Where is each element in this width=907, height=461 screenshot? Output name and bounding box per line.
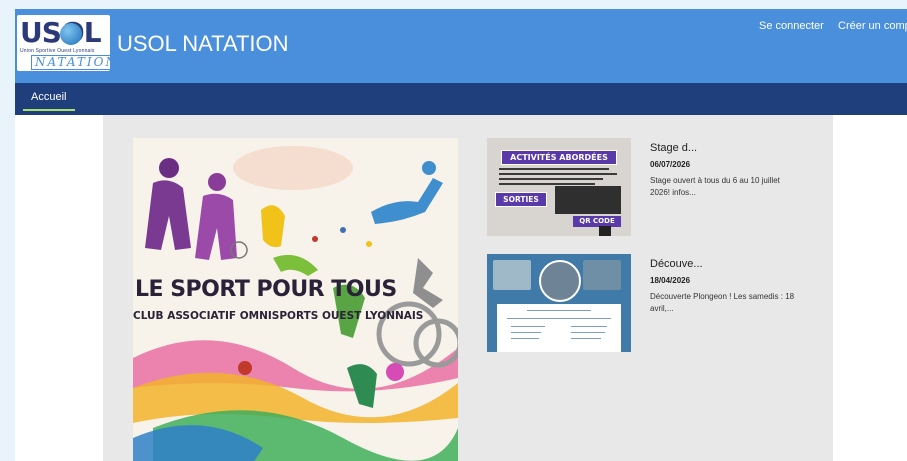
thumb-heading: ACTIVITÉS ABORDÉES <box>501 150 617 165</box>
thumb-photo <box>493 260 531 290</box>
thumb-photo <box>539 260 581 302</box>
thumb-sorties: SORTIES <box>495 192 547 207</box>
thumb-photo <box>583 260 621 290</box>
header-bar: USOL Union Sportive Ouest Lyonnais NATAT… <box>15 9 907 83</box>
main-nav: Accueil <box>15 83 907 115</box>
nav-item-label: Accueil <box>31 91 67 103</box>
hero-subtitle: CLUB ASSOCIATIF OMNISPORTS OUEST LYONNAI… <box>133 310 424 322</box>
qr-code-icon <box>599 226 611 236</box>
news-date: 18/04/2026 <box>650 276 691 285</box>
nav-item-accueil[interactable]: Accueil <box>23 83 75 115</box>
news-thumbnail: ACTIVITÉS ABORDÉES SORTIES QR CODE <box>487 138 631 236</box>
thumb-text-lines <box>499 168 619 188</box>
active-nav-indicator <box>23 109 75 111</box>
site-logo[interactable]: USOL Union Sportive Ouest Lyonnais NATAT… <box>17 15 110 71</box>
register-link[interactable]: Créer un compte <box>838 20 907 32</box>
news-card[interactable]: Découve... 18/04/2026 Découverte Plongeo… <box>487 254 827 352</box>
news-excerpt: Découverte Plongeon ! Les samedis : 18 a… <box>650 292 795 313</box>
thumb-qr-label: QR CODE <box>573 216 621 227</box>
logo-natation: NATATION <box>31 55 110 70</box>
page: USOL Union Sportive Ouest Lyonnais NATAT… <box>15 9 907 461</box>
news-title[interactable]: Stage d... <box>650 142 697 154</box>
news-date: 06/07/2026 <box>650 160 691 169</box>
news-thumbnail <box>487 254 631 352</box>
hero-title: LE SPORT POUR TOUS <box>135 277 397 302</box>
logo-subtitle: Union Sportive Ouest Lyonnais <box>20 48 95 54</box>
main-content: LE SPORT POUR TOUS CLUB ASSOCIATIF OMNIS… <box>103 115 833 461</box>
site-title[interactable]: USOL NATATION <box>117 31 289 57</box>
news-excerpt: Stage ouvert à tous du 6 au 10 juillet 2… <box>650 176 780 197</box>
hero-banner[interactable]: LE SPORT POUR TOUS CLUB ASSOCIATIF OMNIS… <box>133 138 458 461</box>
thumb-document <box>497 304 621 352</box>
news-title[interactable]: Découve... <box>650 258 703 270</box>
thumb-info-box <box>555 186 621 214</box>
globe-icon <box>60 23 82 45</box>
news-card[interactable]: ACTIVITÉS ABORDÉES SORTIES QR CODE Stage… <box>487 138 827 236</box>
login-link[interactable]: Se connecter <box>759 20 824 32</box>
